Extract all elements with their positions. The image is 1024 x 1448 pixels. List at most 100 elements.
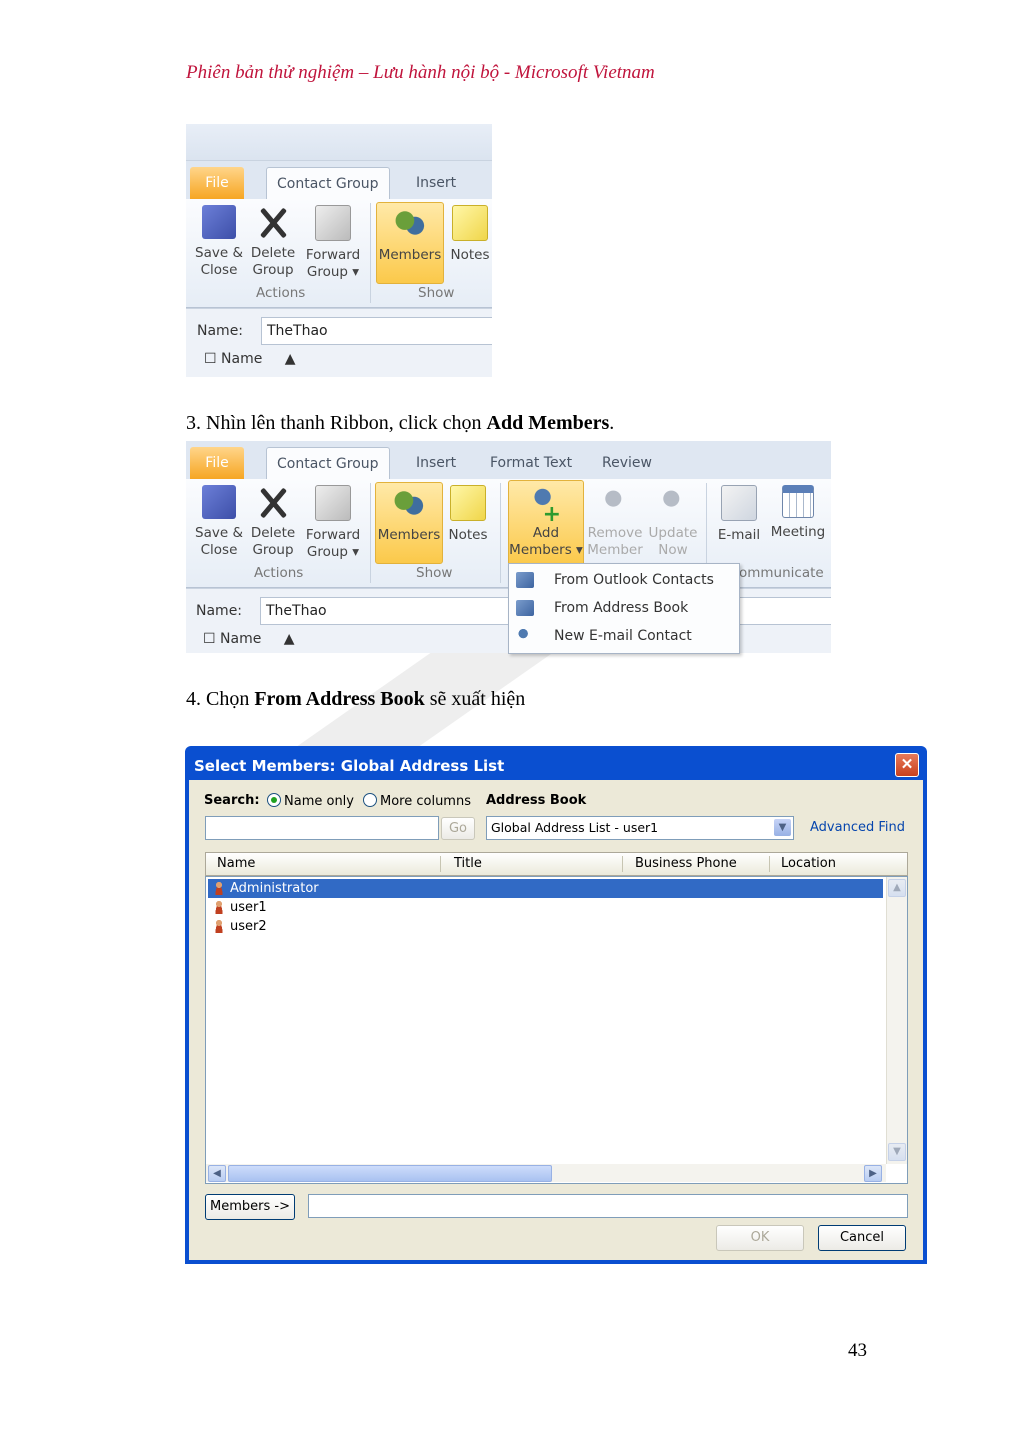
radio-icon bbox=[363, 793, 377, 807]
go-button[interactable]: Go bbox=[441, 817, 475, 840]
tab-insert[interactable]: Insert bbox=[406, 167, 466, 199]
column-header-location[interactable]: Location bbox=[781, 856, 836, 871]
tab-format-text[interactable]: Format Text bbox=[480, 447, 582, 479]
calendar-icon bbox=[782, 485, 814, 518]
menu-item-new-email-contact[interactable]: New E-mail Contact bbox=[509, 622, 737, 650]
label: Group bbox=[252, 542, 294, 558]
address-book-icon bbox=[516, 600, 534, 616]
column-header-business-phone[interactable]: Business Phone bbox=[635, 856, 737, 871]
delete-group-button[interactable]: Delete Group bbox=[250, 485, 296, 559]
tab-contact-group[interactable]: Contact Group bbox=[266, 167, 390, 200]
column-header-title[interactable]: Title bbox=[454, 856, 482, 871]
label: Member bbox=[587, 542, 643, 558]
delete-icon bbox=[256, 205, 290, 239]
notes-button[interactable]: Notes bbox=[448, 205, 492, 264]
meeting-button[interactable]: Meeting bbox=[768, 485, 828, 541]
members-field[interactable] bbox=[308, 1194, 908, 1218]
radio-more-columns[interactable]: More columns bbox=[363, 793, 471, 809]
tab-review[interactable]: Review bbox=[592, 447, 662, 479]
label: Forward bbox=[305, 247, 361, 263]
search-input[interactable] bbox=[205, 816, 439, 840]
column-header-name[interactable]: Name bbox=[217, 856, 255, 871]
menu-item-from-outlook-contacts[interactable]: From Outlook Contacts bbox=[509, 566, 737, 594]
email-button[interactable]: E-mail bbox=[714, 485, 764, 544]
notes-icon bbox=[450, 485, 486, 521]
address-book-value: Global Address List - user1 bbox=[491, 820, 659, 835]
ribbon-screenshot-1: File Contact Group Insert Save & Close D… bbox=[186, 124, 492, 377]
members-button[interactable]: Members bbox=[375, 482, 443, 564]
save-close-button[interactable]: Save & Close bbox=[194, 205, 244, 279]
members-button[interactable]: Members -> bbox=[205, 1194, 295, 1220]
scrollbar-thumb[interactable] bbox=[228, 1165, 552, 1182]
address-book-select[interactable]: Global Address List - user1 ▼ bbox=[486, 816, 794, 840]
save-close-button[interactable]: Save & Close bbox=[194, 485, 244, 559]
address-book-label: Address Book bbox=[486, 793, 587, 808]
menu-item-from-address-book[interactable]: From Address Book bbox=[509, 594, 737, 622]
scroll-up-icon[interactable]: ▲ bbox=[888, 879, 906, 897]
tab-contact-group[interactable]: Contact Group bbox=[266, 447, 390, 480]
page-header: Phiên bản thử nghiệm – Lưu hành nội bộ -… bbox=[186, 62, 655, 83]
radio-name-only[interactable]: Name only bbox=[267, 793, 354, 809]
save-close-icon bbox=[202, 205, 236, 239]
label: Notes bbox=[450, 247, 490, 263]
label: E-mail bbox=[717, 527, 761, 543]
list-item[interactable]: user1 bbox=[208, 898, 883, 917]
group-separator bbox=[370, 483, 371, 583]
name-label: Name: bbox=[197, 323, 244, 339]
name-field[interactable]: TheThao bbox=[261, 317, 492, 345]
forward-icon bbox=[315, 485, 351, 521]
members-button[interactable]: Members bbox=[376, 202, 444, 284]
label: New E-mail Contact bbox=[554, 628, 692, 644]
dialog-title: Select Members: Global Address List bbox=[194, 757, 505, 775]
column-header-name[interactable]: ☐ Name ▲ bbox=[204, 351, 296, 367]
label: Administrator bbox=[230, 881, 319, 896]
update-now-icon bbox=[656, 485, 690, 519]
scroll-left-icon[interactable]: ◀ bbox=[208, 1165, 226, 1182]
remove-member-button[interactable]: Remove Member bbox=[586, 485, 644, 559]
search-label: Search: bbox=[204, 793, 260, 808]
notes-button[interactable]: Notes bbox=[446, 485, 490, 544]
ok-button[interactable]: OK bbox=[716, 1225, 804, 1251]
horizontal-scrollbar[interactable]: ◀ ▶ bbox=[206, 1164, 886, 1182]
label: Group ▾ bbox=[306, 544, 360, 560]
forward-group-button[interactable]: Forward Group ▾ bbox=[302, 205, 364, 281]
scroll-right-icon[interactable]: ▶ bbox=[864, 1165, 882, 1182]
name-label: Name: bbox=[196, 603, 243, 619]
label: Meeting bbox=[770, 524, 826, 540]
label: Now bbox=[658, 542, 688, 558]
update-now-button[interactable]: Update Now bbox=[646, 485, 700, 559]
group-label-show: Show bbox=[418, 285, 455, 301]
list-item[interactable]: Administrator bbox=[208, 879, 883, 898]
label: From Address Book bbox=[554, 600, 689, 616]
text-bold: From Address Book bbox=[254, 688, 425, 710]
list-item[interactable]: user2 bbox=[208, 917, 883, 936]
tab-insert[interactable]: Insert bbox=[406, 447, 466, 479]
label: Members bbox=[378, 247, 442, 263]
radio-selected-icon bbox=[267, 793, 281, 807]
cancel-button[interactable]: Cancel bbox=[818, 1225, 906, 1251]
forward-group-button[interactable]: Forward Group ▾ bbox=[302, 485, 364, 561]
chevron-down-icon[interactable]: ▼ bbox=[774, 819, 791, 836]
label: Members ▾ bbox=[509, 542, 583, 558]
email-icon bbox=[721, 485, 757, 521]
add-members-button[interactable]: Add Members ▾ bbox=[508, 480, 584, 566]
sort-up-icon: ▲ bbox=[283, 631, 295, 647]
vertical-scrollbar[interactable]: ▲ ▼ bbox=[886, 877, 907, 1164]
sort-up-icon: ▲ bbox=[284, 351, 296, 367]
label: Members bbox=[377, 527, 441, 543]
text: sẽ xuất hiện bbox=[424, 688, 526, 710]
advanced-find-link[interactable]: Advanced Find bbox=[810, 820, 905, 835]
scroll-down-icon[interactable]: ▼ bbox=[888, 1143, 906, 1161]
close-icon[interactable]: ✕ bbox=[895, 753, 919, 777]
group-separator bbox=[500, 483, 501, 583]
delete-group-button[interactable]: Delete Group bbox=[250, 205, 296, 279]
label: Remove bbox=[587, 525, 643, 541]
tab-file[interactable]: File bbox=[190, 447, 244, 479]
text: 3. Nhìn lên thanh Ribbon, click chọn bbox=[186, 412, 487, 434]
save-close-icon bbox=[202, 485, 236, 519]
ribbon-body: Save & Close Delete Group Forward Group … bbox=[186, 199, 492, 308]
tab-file[interactable]: File bbox=[190, 167, 244, 199]
group-label-communicate: ommunicate bbox=[739, 565, 824, 581]
column-header-name[interactable]: ☐ Name ▲ bbox=[203, 631, 295, 647]
members-icon bbox=[393, 207, 427, 241]
